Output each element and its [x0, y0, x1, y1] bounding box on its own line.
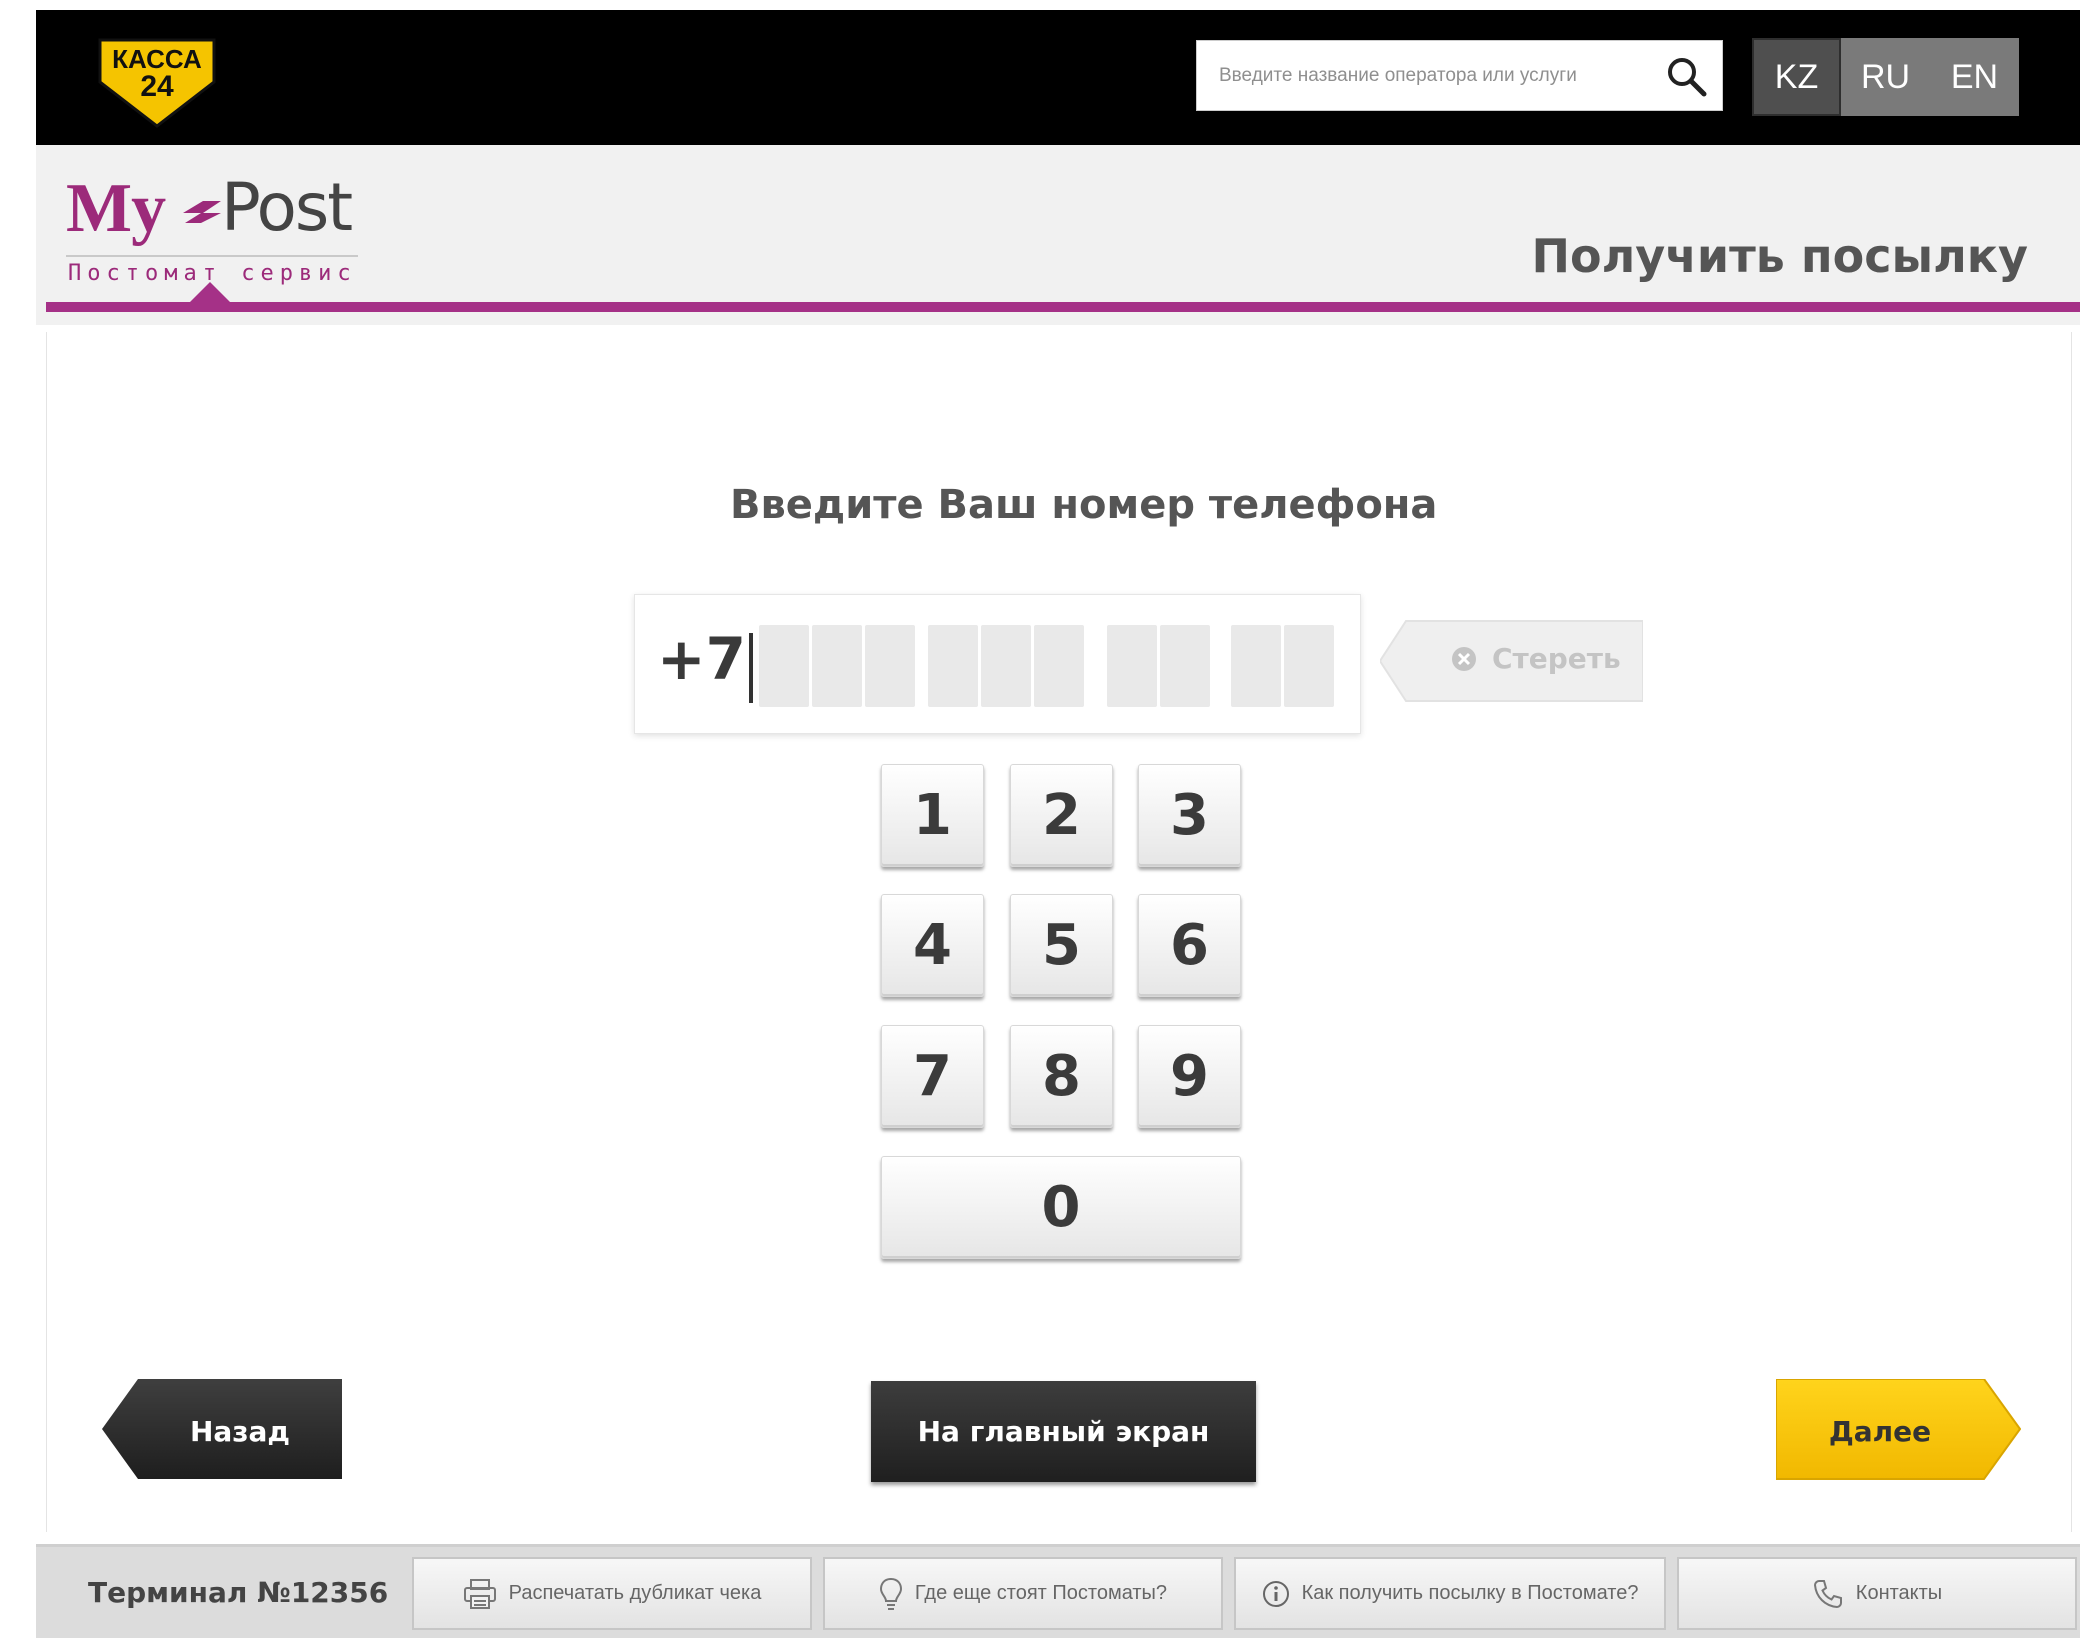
- keypad-key-9[interactable]: 9: [1138, 1025, 1241, 1128]
- keypad-key-6[interactable]: 6: [1138, 894, 1241, 997]
- main-panel: Введите Ваш номер телефона +7 Стереть 1 …: [46, 332, 2072, 1532]
- keypad-key-7[interactable]: 7: [881, 1025, 984, 1128]
- locations-label: Где еще стоят Постоматы?: [914, 1582, 1168, 1604]
- header-accent-bar: [46, 302, 2080, 312]
- printer-icon: [463, 1578, 496, 1609]
- kiosk-screen: КАССА 24 KZ RU EN My Post Постомат серви…: [36, 10, 2080, 1638]
- keypad-key-2[interactable]: 2: [1010, 764, 1113, 867]
- terminal-number: Терминал №12356: [88, 1576, 389, 1609]
- keypad-key-5[interactable]: 5: [1010, 894, 1113, 997]
- lang-button-kz[interactable]: KZ: [1752, 38, 1841, 116]
- lang-button-ru[interactable]: RU: [1841, 38, 1930, 116]
- search-icon[interactable]: [1665, 55, 1709, 99]
- keypad-key-3[interactable]: 3: [1138, 764, 1241, 867]
- phone-prompt: Введите Ваш номер телефона: [730, 482, 1438, 528]
- brand-arrow-icon: [183, 201, 221, 223]
- search-input[interactable]: [1197, 41, 1637, 110]
- digit-slot: [865, 625, 915, 707]
- brand-divider: [66, 255, 358, 257]
- keypad-key-4[interactable]: 4: [881, 894, 984, 997]
- clear-x-icon: [1452, 647, 1476, 671]
- digit-slot: [1107, 625, 1157, 707]
- print-receipt-label: Распечатать дубликат чека: [508, 1582, 762, 1604]
- digit-slot: [1034, 625, 1084, 707]
- contacts-button[interactable]: Контакты: [1677, 1557, 2077, 1630]
- brand-post: Post: [221, 169, 353, 246]
- page-title: Получить посылку: [1531, 229, 2029, 283]
- digit-slot: [759, 625, 809, 707]
- home-button-label: На главный экран: [917, 1415, 1210, 1448]
- logo-text-line2: 24: [140, 70, 174, 103]
- next-button-label: Далее: [1828, 1414, 1932, 1448]
- digit-slot: [981, 625, 1031, 707]
- digit-slot: [812, 625, 862, 707]
- print-receipt-button[interactable]: Распечатать дубликат чека: [412, 1557, 812, 1630]
- back-button-label: Назад: [189, 1414, 291, 1448]
- back-button[interactable]: Назад: [102, 1379, 342, 1483]
- digit-slot: [1231, 625, 1281, 707]
- phone-icon: [1813, 1579, 1842, 1608]
- keypad-key-8[interactable]: 8: [1010, 1025, 1113, 1128]
- how-to-label: Как получить посылку в Постомате?: [1301, 1582, 1639, 1604]
- search-box: [1196, 40, 1723, 111]
- header: My Post Постомат сервис Получить посылку: [36, 145, 2080, 325]
- footer-bar: Терминал №12356 Распечатать дубликат чек…: [36, 1544, 2080, 1638]
- keypad-key-0[interactable]: 0: [881, 1156, 1241, 1259]
- lightbulb-icon: [879, 1577, 902, 1610]
- brand-my: My: [66, 170, 166, 247]
- lang-button-en[interactable]: EN: [1930, 38, 2019, 116]
- text-cursor: [749, 633, 753, 703]
- locations-button[interactable]: Где еще стоят Постоматы?: [823, 1557, 1223, 1630]
- contacts-label: Контакты: [1855, 1582, 1943, 1604]
- digit-slot: [1160, 625, 1210, 707]
- home-button[interactable]: На главный экран: [871, 1381, 1256, 1482]
- digit-slot: [1284, 625, 1334, 707]
- header-notch: [190, 282, 230, 302]
- erase-button[interactable]: Стереть: [1380, 619, 1643, 703]
- keypad-key-1[interactable]: 1: [881, 764, 984, 867]
- phone-country-code: +7: [657, 625, 746, 693]
- info-icon: [1262, 1580, 1289, 1607]
- phone-input-field[interactable]: +7: [634, 594, 1361, 734]
- top-bar: КАССА 24 KZ RU EN: [36, 10, 2080, 145]
- digit-slot: [928, 625, 978, 707]
- next-button[interactable]: Далее: [1776, 1379, 2021, 1483]
- how-to-button[interactable]: Как получить посылку в Постомате?: [1234, 1557, 1666, 1630]
- erase-label: Стереть: [1492, 642, 1621, 675]
- kassa24-logo: КАССА 24: [98, 38, 216, 128]
